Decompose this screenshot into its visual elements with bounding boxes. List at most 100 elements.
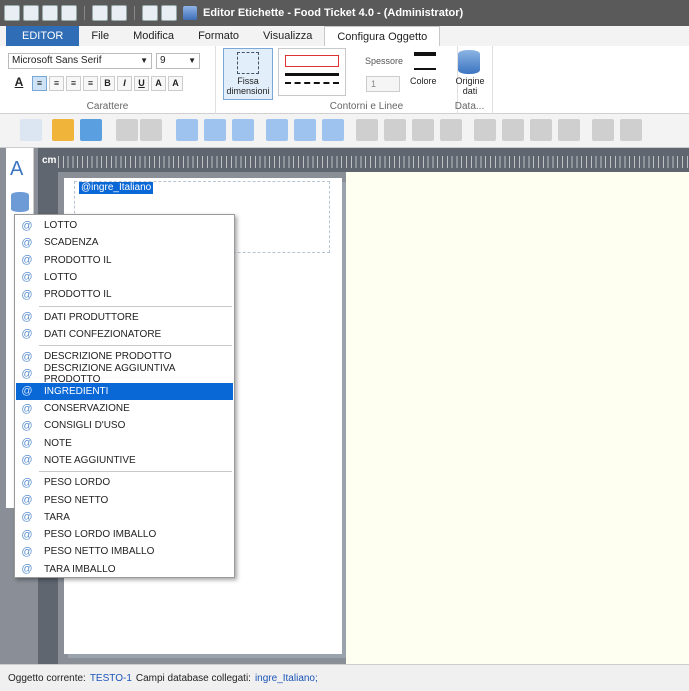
underline-icon[interactable]: U [134, 76, 149, 91]
font-family-value: Microsoft Sans Serif [12, 55, 102, 66]
menu-item[interactable]: @ PRODOTTO IL [16, 252, 233, 269]
menu-item[interactable]: @ CONSERVAZIONE [16, 400, 233, 417]
group-carattere: Microsoft Sans Serif ▼ 9 ▼ A ≡ ≡ ≡ ≡ B I… [0, 46, 216, 114]
line-none-style[interactable] [285, 55, 339, 67]
thickness-spinner[interactable]: 1 [366, 76, 400, 92]
align-right-icon[interactable]: ≡ [66, 76, 81, 91]
menu-item[interactable]: @ SCADENZA [16, 234, 233, 251]
align-top-icon[interactable] [176, 119, 198, 141]
tab-visualizza[interactable]: Visualizza [251, 26, 324, 46]
line-style-gallery[interactable] [278, 48, 346, 96]
tab-configura-oggetto[interactable]: Configura Oggetto [324, 26, 441, 46]
flip-right-icon[interactable] [140, 119, 162, 141]
menu-item[interactable]: @ NOTE AGGIUNTIVE [16, 452, 233, 469]
font-size-value: 9 [160, 55, 166, 66]
at-sign-icon: @ [21, 311, 33, 323]
same-height-icon[interactable] [502, 119, 524, 141]
menu-item-label: LOTTO [44, 220, 78, 231]
at-sign-icon: @ [21, 528, 33, 541]
menu-item-label: NOTE [44, 437, 72, 449]
undo-icon[interactable] [92, 5, 108, 21]
menu-item[interactable]: @ PRODOTTO IL [16, 286, 233, 303]
distribute-h-icon[interactable] [356, 119, 378, 141]
stack-icon[interactable] [592, 119, 614, 141]
tab-editor[interactable]: EDITOR [6, 26, 80, 46]
flip-left-icon[interactable] [116, 119, 138, 141]
font-family-select[interactable]: Microsoft Sans Serif ▼ [8, 53, 152, 69]
at-sign-icon: @ [21, 476, 33, 489]
menu-item[interactable]: @ INGREDIENTI [16, 382, 233, 400]
menu-item[interactable]: @ DATI CONFEZIONATORE [16, 326, 233, 343]
menu-item-label: SCADENZA [44, 237, 99, 249]
save-icon[interactable] [42, 5, 58, 21]
align-right-edge-icon[interactable] [322, 119, 344, 141]
window-title: Editor Etichette - Food Ticket 4.0 - (Ad… [203, 7, 464, 19]
redo-icon[interactable] [111, 5, 127, 21]
at-sign-icon: @ [21, 288, 33, 301]
italic-icon[interactable]: I [117, 76, 132, 91]
menu-item[interactable]: @ PESO LORDO [16, 474, 233, 491]
line-solid-style[interactable] [285, 73, 339, 76]
colore-button[interactable]: Colore [410, 76, 437, 86]
tab-modifica[interactable]: Modifica [121, 26, 186, 46]
menu-item[interactable]: @ DATI PRODUTTORE [16, 309, 233, 326]
print-preview-icon[interactable] [142, 5, 158, 21]
group-data: Data... [447, 46, 493, 114]
menu-item[interactable]: @ LOTTO [16, 269, 233, 286]
spacing-icon[interactable] [558, 119, 580, 141]
current-object-value: TESTO-1 [89, 672, 132, 684]
fixed-size-button[interactable]: Fissa dimensioni [223, 48, 273, 100]
menu-item-label: TARA [44, 511, 70, 523]
menu-item[interactable]: @ PESO NETTO [16, 492, 233, 509]
new-icon[interactable] [4, 5, 20, 21]
canvas-background [346, 172, 689, 664]
font-color-icon[interactable]: A [8, 76, 30, 91]
menu-item-label: NOTE AGGIUNTIVE [44, 454, 136, 466]
menu-item[interactable]: @ DESCRIZIONE AGGIUNTIVA PRODOTTO [16, 363, 233, 385]
at-sign-icon: @ [21, 236, 33, 249]
menu-item[interactable]: @ NOTE [16, 435, 233, 452]
menu-item[interactable]: @ CONSIGLI D'USO [16, 417, 233, 434]
font-size-down-icon[interactable]: A [168, 76, 183, 91]
group-icon[interactable] [52, 119, 74, 141]
text-tool-icon[interactable]: A [10, 158, 23, 181]
selected-text-field[interactable]: @ingre_Italiano [79, 182, 154, 194]
font-size-select[interactable]: 9 ▼ [156, 53, 200, 69]
ruler-ticks [58, 156, 689, 168]
tab-formato[interactable]: Formato [186, 26, 251, 46]
menu-item[interactable]: @ PESO LORDO IMBALLO [16, 526, 233, 543]
align-left-icon[interactable]: ≡ [32, 76, 47, 91]
align-bottom-icon[interactable] [232, 119, 254, 141]
open-icon[interactable] [23, 5, 39, 21]
print-icon[interactable] [161, 5, 177, 21]
menu-item[interactable]: @ TARA [16, 509, 233, 526]
align-left-edge-icon[interactable] [266, 119, 288, 141]
center-v-icon[interactable] [440, 119, 462, 141]
database-field-icon[interactable] [11, 192, 29, 212]
line-dashed-style[interactable] [285, 82, 339, 84]
bold-icon[interactable]: B [100, 76, 115, 91]
ribbon-tabs: EDITOR File Modifica Formato Visualizza … [0, 26, 689, 46]
page-icon[interactable] [20, 119, 42, 141]
align-justify-icon[interactable]: ≡ [83, 76, 98, 91]
tab-file[interactable]: File [79, 26, 121, 46]
save-all-icon[interactable] [61, 5, 77, 21]
menu-item-label: PESO NETTO [44, 494, 109, 506]
same-size-icon[interactable] [530, 119, 552, 141]
menu-separator [39, 305, 232, 307]
menu-item[interactable]: @ LOTTO [16, 217, 233, 234]
font-size-up-icon[interactable]: A [151, 76, 166, 91]
chevron-down-icon: ▼ [140, 56, 148, 65]
thickness-value: 1 [371, 79, 377, 89]
menu-item[interactable]: @ PESO NETTO IMBALLO [16, 543, 233, 560]
align-center-icon[interactable]: ≡ [49, 76, 64, 91]
align-center-edge-icon[interactable] [294, 119, 316, 141]
center-h-icon[interactable] [412, 119, 434, 141]
menu-item-label: CONSERVAZIONE [44, 403, 130, 414]
align-middle-icon[interactable] [204, 119, 226, 141]
ungroup-icon[interactable] [80, 119, 102, 141]
bars-icon[interactable] [620, 119, 642, 141]
menu-item[interactable]: @ TARA IMBALLO [16, 561, 233, 578]
same-width-icon[interactable] [474, 119, 496, 141]
distribute-v-icon[interactable] [384, 119, 406, 141]
